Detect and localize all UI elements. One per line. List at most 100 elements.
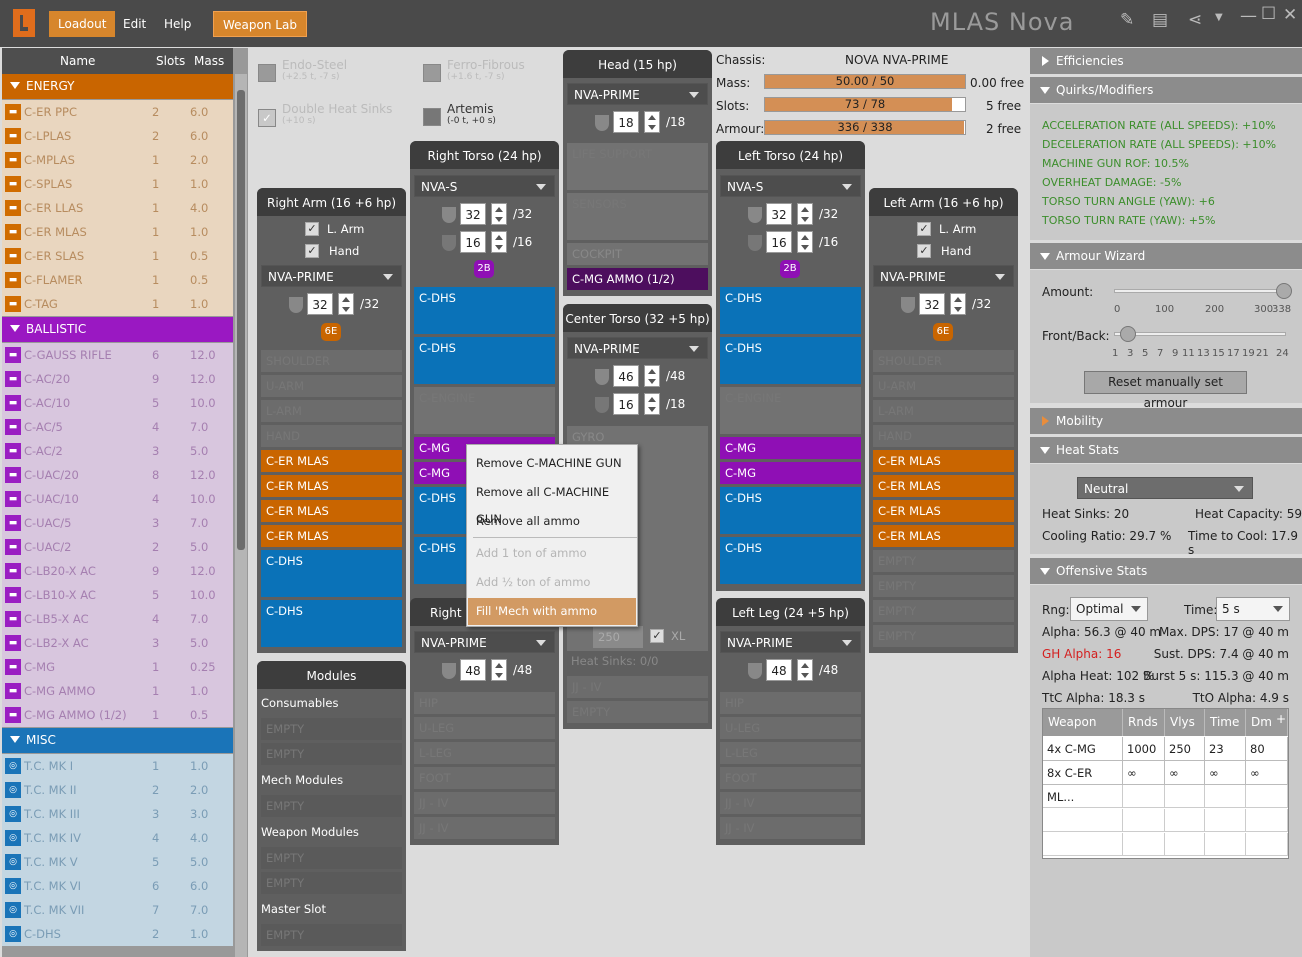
module-slot[interactable]: EMPTY [261,924,402,946]
table-header-rnds[interactable]: Rnds [1123,709,1165,736]
rt-rear-stepper[interactable] [491,231,507,253]
ct-rear-stepper[interactable] [644,393,660,415]
range-select[interactable]: Optimal [1070,597,1148,621]
slot-c-er-mlas[interactable]: C-ER MLAS [873,525,1014,547]
equipment-scrollbar[interactable] [235,74,247,957]
menu-edit[interactable]: Edit [114,11,155,37]
offensive-stats-section[interactable]: Offensive Stats [1030,558,1302,584]
slot-hand[interactable]: HAND [873,425,1014,447]
equipment-item[interactable]: ▬ C-AC/2 3 5.0 [2,439,233,463]
artemis-checkbox[interactable] [423,108,441,126]
ct-xl-checkbox[interactable]: ✓ [650,629,664,643]
rt-armor-stepper[interactable] [491,203,507,225]
col-name[interactable]: Name [60,54,95,68]
slot-jj-iv[interactable]: JJ - IV [414,792,555,814]
slot-l-leg[interactable]: L-LEG [414,742,555,764]
equipment-item[interactable]: ▬ C-LB20-X AC 9 12.0 [2,559,233,583]
menu-loadout[interactable]: Loadout [49,11,116,37]
rt-armor-input[interactable]: 32 [460,203,486,225]
remove-all-ammo-menuitem[interactable]: Remove all ammo [468,508,636,535]
equipment-item[interactable]: ◎ T.C. MK II 2 2.0 [2,778,233,802]
pencil-icon[interactable]: ✎ [1120,10,1134,30]
slot-c-mg[interactable]: C-MG [720,437,861,459]
ll-armor-stepper[interactable] [797,659,813,681]
slot-c-er-mlas[interactable]: C-ER MLAS [873,450,1014,472]
slot-c-engine[interactable]: C-ENGINE [720,387,861,434]
ct-rear-input[interactable]: 16 [613,393,639,415]
equipment-item[interactable]: ▬ C-AC/5 4 7.0 [2,415,233,439]
heat-stats-section[interactable]: Heat Stats [1030,437,1302,463]
minimize-icon[interactable]: — [1240,6,1257,26]
slot-shoulder[interactable]: SHOULDER [261,350,402,372]
fill-mech-ammo-menuitem[interactable]: Fill 'Mech with ammo [468,598,636,625]
slot-empty[interactable]: EMPTY [873,600,1014,622]
slot-c-engine[interactable]: C-ENGINE [414,387,555,434]
col-slots[interactable]: Slots [156,54,185,68]
rl-armor-input[interactable]: 48 [460,659,486,681]
category-header[interactable]: ENERGY [2,74,233,99]
slot-jj-iv[interactable]: JJ - IV [414,817,555,839]
slot-c-dhs[interactable]: C-DHS [720,537,861,584]
table-header-time[interactable]: Time [1205,709,1246,736]
slot-u-arm[interactable]: U-ARM [873,375,1014,397]
ct-slot-jj[interactable]: JJ - IV [567,676,708,698]
lt-armor-input[interactable]: 32 [766,203,792,225]
la-armor-stepper[interactable] [950,293,966,315]
ct-armor-stepper[interactable] [644,365,660,387]
slot-hip[interactable]: HIP [720,692,861,714]
slot-jj-iv[interactable]: JJ - IV [720,792,861,814]
ra-larm-checkbox[interactable]: ✓ [305,222,319,236]
col-mass[interactable]: Mass [194,54,224,68]
ct-omnipod-select[interactable]: NVA-PRIME [567,337,708,359]
ll-omnipod-select[interactable]: NVA-PRIME [720,631,861,653]
equipment-item[interactable]: ▬ C-UAC/2 2 5.0 [2,535,233,559]
slot-c-er-mlas[interactable]: C-ER MLAS [261,475,402,497]
category-header[interactable]: BALLISTIC [2,317,233,342]
frontback-slider-thumb[interactable] [1120,326,1136,342]
equipment-item[interactable]: ▬ C-MG AMMO 1 1.0 [2,679,233,703]
equipment-item[interactable]: ▬ C-UAC/10 4 10.0 [2,487,233,511]
lt-omnipod-select[interactable]: NVA-S [720,175,861,197]
menu-help[interactable]: Help [155,11,200,37]
head-slot[interactable]: SENSORS [567,193,708,240]
module-slot[interactable]: EMPTY [261,718,402,740]
slot-l-arm[interactable]: L-ARM [873,400,1014,422]
slot-l-arm[interactable]: L-ARM [261,400,402,422]
equipment-item[interactable]: ◎ T.C. MK IV 4 4.0 [2,826,233,850]
equipment-item[interactable]: ▬ C-GAUSS RIFLE 6 12.0 [2,343,233,367]
add-column-icon[interactable]: + [1276,712,1286,726]
equipment-item[interactable]: ▬ C-MG 1 0.25 [2,655,233,679]
equipment-item[interactable]: ▬ C-AC/10 5 10.0 [2,391,233,415]
time-select[interactable]: 5 s [1216,597,1290,621]
chevron-down-icon[interactable]: ▼ [1215,12,1223,23]
equipment-item[interactable]: ◎ T.C. MK VI 6 6.0 [2,874,233,898]
lt-rear-input[interactable]: 16 [766,231,792,253]
rt-rear-input[interactable]: 16 [460,231,486,253]
weapon-lab-button[interactable]: Weapon Lab [213,11,307,37]
module-slot[interactable]: EMPTY [261,872,402,894]
ll-armor-input[interactable]: 48 [766,659,792,681]
slot-c-er-mlas[interactable]: C-ER MLAS [261,525,402,547]
slot-foot[interactable]: FOOT [414,767,555,789]
lt-armor-stepper[interactable] [797,203,813,225]
slot-foot[interactable]: FOOT [720,767,861,789]
table-header-weapon[interactable]: Weapon [1043,709,1123,736]
la-larm-checkbox[interactable]: ✓ [917,222,931,236]
reset-armour-button[interactable]: Reset manually set armour [1084,371,1247,410]
rt-omnipod-select[interactable]: NVA-S [414,175,555,197]
amount-slider-thumb[interactable] [1276,283,1292,299]
slot-u-leg[interactable]: U-LEG [720,717,861,739]
slot-hip[interactable]: HIP [414,692,555,714]
equipment-item[interactable]: ▬ C-LB2-X AC 3 5.0 [2,631,233,655]
slot-c-er-mlas[interactable]: C-ER MLAS [261,500,402,522]
rl-armor-stepper[interactable] [491,659,507,681]
armour-wizard-section[interactable]: Armour Wizard [1030,243,1302,269]
equipment-item[interactable]: ▬ C-ER LLAS 1 4.0 [2,196,233,220]
slot-u-leg[interactable]: U-LEG [414,717,555,739]
ct-armor-input[interactable]: 46 [613,365,639,387]
remove-all-item-menuitem[interactable]: Remove all C-MACHINE GUN [468,479,636,526]
equipment-item[interactable]: ▬ C-LB5-X AC 4 7.0 [2,607,233,631]
equipment-item[interactable]: ▬ C-ER SLAS 1 0.5 [2,244,233,268]
slot-c-dhs[interactable]: C-DHS [720,337,861,384]
slot-empty[interactable]: EMPTY [873,550,1014,572]
